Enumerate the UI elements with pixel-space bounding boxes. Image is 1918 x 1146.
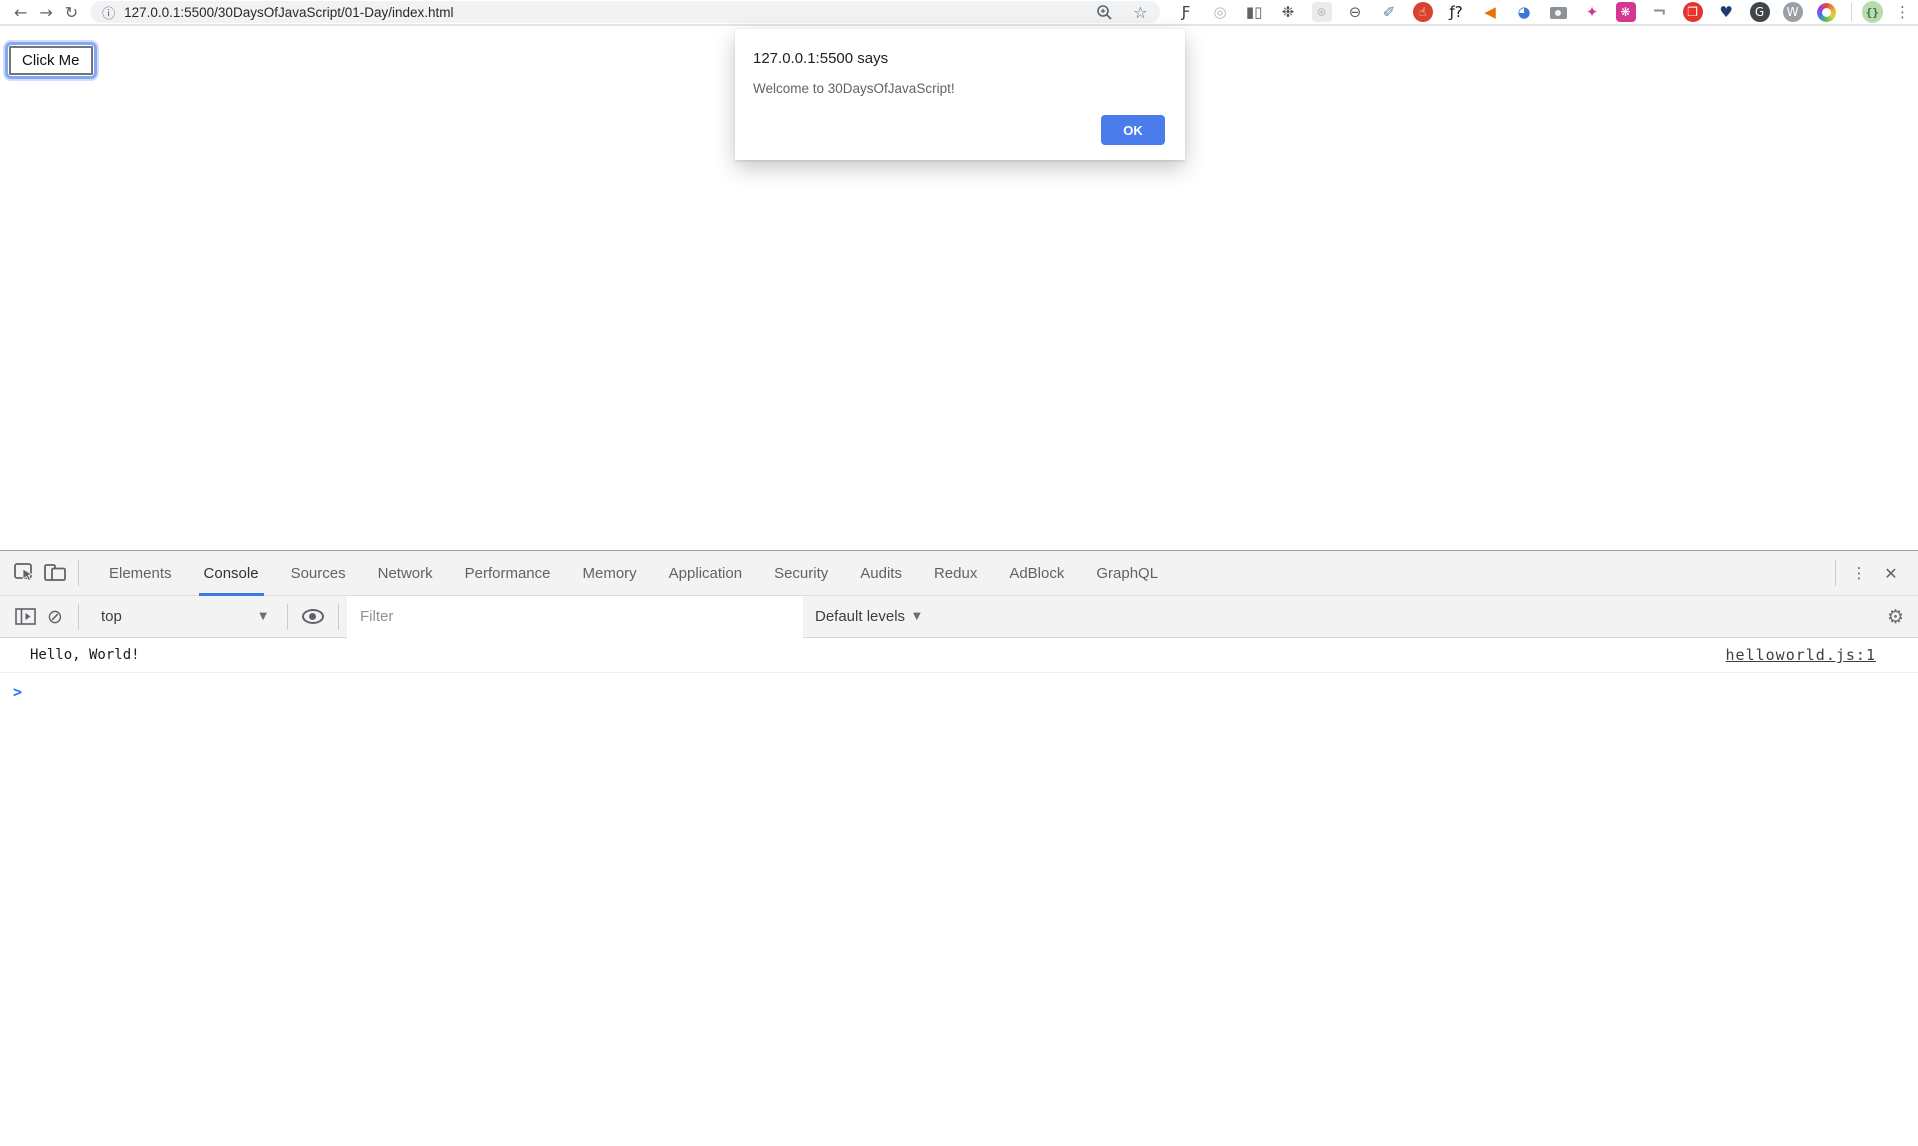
console-prompt-icon: > xyxy=(13,683,22,701)
tab-security[interactable]: Security xyxy=(758,551,844,596)
back-icon[interactable]: ← xyxy=(8,1,33,23)
extensions-bar: Ƒ ◎ ▮▯ ❉ ⊛ ⊖ ✐ ☝ ƒ? ◀ ◕ ✦ ❋ ⌐ ❒ ♥ GW xyxy=(1176,2,1837,23)
react-devtools-extension-icon[interactable]: ⊛ xyxy=(1312,2,1332,22)
site-info-icon[interactable]: ⓘ xyxy=(102,3,115,22)
tab-audits[interactable]: Audits xyxy=(844,551,918,596)
tab-graphql[interactable]: GraphQL xyxy=(1080,551,1174,596)
orbit-extension-icon[interactable]: ◎ xyxy=(1210,2,1231,23)
console-filter-input[interactable] xyxy=(347,596,803,638)
devtools-tabs: ElementsConsoleSourcesNetworkPerformance… xyxy=(93,551,1174,596)
devtools-panel: ElementsConsoleSourcesNetworkPerformance… xyxy=(0,550,1918,1146)
tabbar-separator xyxy=(78,560,79,586)
toolbar-separator-1 xyxy=(78,604,79,630)
toolbar-separator xyxy=(1851,3,1852,21)
alert-ok-button[interactable]: OK xyxy=(1101,115,1165,145)
tab-elements[interactable]: Elements xyxy=(93,551,188,596)
log-levels-label: Default levels xyxy=(815,608,905,625)
tab-adblock[interactable]: AdBlock xyxy=(993,551,1080,596)
console-messages: Hello, World! helloworld.js:1 > xyxy=(0,638,1918,711)
clear-console-icon[interactable]: ⊘ xyxy=(40,602,70,632)
w-circle-extension-icon[interactable]: W xyxy=(1783,2,1803,22)
console-sidebar-toggle-icon[interactable] xyxy=(10,602,40,632)
profile-avatar[interactable]: {} xyxy=(1862,1,1883,23)
onetab-extension-icon[interactable]: ❒ xyxy=(1683,2,1703,22)
tab-console[interactable]: Console xyxy=(188,551,275,596)
bookmark-star-icon[interactable]: ☆ xyxy=(1133,3,1147,22)
tab-sources[interactable]: Sources xyxy=(275,551,362,596)
tab-memory[interactable]: Memory xyxy=(567,551,653,596)
devtools-tabbar-controls: ⋮ ✕ xyxy=(1827,560,1908,586)
tabbar-right-separator xyxy=(1835,560,1836,586)
click-me-focus-ring: Click Me xyxy=(5,42,97,79)
devtools-tabbar: ElementsConsoleSourcesNetworkPerformance… xyxy=(0,551,1918,596)
log-levels-dropdown[interactable]: Default levels ▼ xyxy=(815,608,921,625)
console-settings-gear-icon[interactable]: ⚙ xyxy=(1887,606,1904,628)
console-log-message: Hello, World! xyxy=(30,647,140,663)
tab-redux[interactable]: Redux xyxy=(918,551,993,596)
console-source-link[interactable]: helloworld.js:1 xyxy=(1726,646,1876,664)
browser-menu-icon[interactable]: ⋮ xyxy=(1895,3,1910,21)
pink-gear-extension-icon[interactable]: ❋ xyxy=(1616,2,1636,22)
device-toolbar-icon[interactable] xyxy=(40,558,70,588)
adblock-stop-hand-icon[interactable]: ☝ xyxy=(1413,2,1433,22)
toolbar-separator-2 xyxy=(287,604,288,630)
toolbar-separator-3 xyxy=(338,604,339,630)
colorzilla-eyedropper-icon[interactable]: ✐ xyxy=(1379,2,1400,23)
click-me-button[interactable]: Click Me xyxy=(9,46,93,75)
inspect-element-icon[interactable] xyxy=(10,558,40,588)
console-prompt-row[interactable]: > xyxy=(0,673,1918,711)
tab-network[interactable]: Network xyxy=(362,551,449,596)
alert-dialog: 127.0.0.1:5500 says Welcome to 30DaysOfJ… xyxy=(735,29,1185,160)
chevron-down-icon: ▼ xyxy=(913,611,921,622)
console-log-row: Hello, World! helloworld.js:1 xyxy=(0,638,1918,673)
pipe-extension-icon[interactable]: ⌐ xyxy=(1649,2,1670,23)
forward-icon[interactable]: → xyxy=(33,1,58,23)
reload-icon[interactable]: ↻ xyxy=(59,1,84,23)
circle-dash-extension-icon[interactable]: ⊖ xyxy=(1345,2,1366,23)
tab-performance[interactable]: Performance xyxy=(449,551,567,596)
function-question-extension-icon[interactable]: ƒ? xyxy=(1446,2,1467,23)
browser-toolbar: ← → ↻ ⓘ 127.0.0.1:5500/30DaysOfJavaScrip… xyxy=(0,0,1918,26)
devtools-menu-icon[interactable]: ⋮ xyxy=(1844,564,1874,582)
tab-application[interactable]: Application xyxy=(653,551,758,596)
alert-dialog-title: 127.0.0.1:5500 says xyxy=(753,50,1165,67)
console-toolbar: ⊘ top ▼ Default levels ▼ ⚙ xyxy=(0,596,1918,638)
heart-search-extension-icon[interactable]: ♥ xyxy=(1716,2,1737,23)
color-wheel-extension-icon[interactable] xyxy=(1816,2,1837,23)
g-circle-extension-icon[interactable]: G xyxy=(1750,2,1770,22)
url-text[interactable]: 127.0.0.1:5500/30DaysOfJavaScript/01-Day… xyxy=(124,5,453,20)
zoom-page-icon[interactable] xyxy=(1096,4,1113,21)
bug-extension-icon[interactable]: ❉ xyxy=(1278,2,1299,23)
alert-dialog-message: Welcome to 30DaysOfJavaScript! xyxy=(753,81,1165,96)
panels-extension-icon[interactable]: ▮▯ xyxy=(1244,2,1265,23)
live-expression-eye-icon[interactable] xyxy=(302,609,324,624)
devtools-close-icon[interactable]: ✕ xyxy=(1874,564,1908,583)
megaphone-extension-icon[interactable]: ◀ xyxy=(1480,2,1501,23)
javascript-context-dropdown[interactable]: top ▼ xyxy=(87,596,279,638)
context-label: top xyxy=(101,608,122,625)
swirl-extension-icon[interactable]: ◕ xyxy=(1514,2,1535,23)
camera-extension-icon[interactable] xyxy=(1548,2,1569,23)
url-bar[interactable]: ⓘ 127.0.0.1:5500/30DaysOfJavaScript/01-D… xyxy=(90,1,1160,23)
chevron-down-icon: ▼ xyxy=(259,611,267,622)
apollo-extension-icon[interactable]: ✦ xyxy=(1582,2,1603,23)
fonts-ninja-extension-icon[interactable]: Ƒ xyxy=(1176,2,1197,23)
